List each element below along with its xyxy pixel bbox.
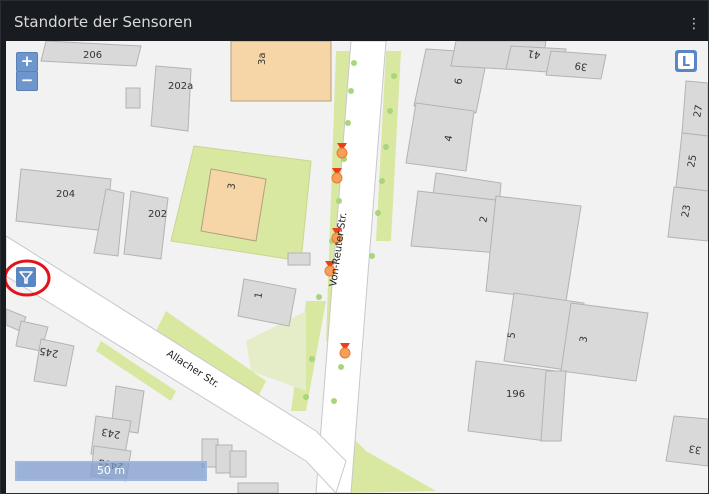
building-4 <box>405 102 475 172</box>
house-number: 3a <box>257 53 268 66</box>
zoom-in-button[interactable]: + <box>16 52 38 72</box>
house-number: 27 <box>692 104 705 118</box>
building-33 <box>665 415 708 467</box>
sensor-marker <box>339 343 351 359</box>
map-canvas[interactable]: 206 3a 202a 204 202 3 1 245 243 243a 6 4… <box>6 41 708 493</box>
map-layer: 206 3a 202a 204 202 3 1 245 243 243a 6 4… <box>6 41 708 493</box>
house-number: 33 <box>688 442 702 455</box>
house-number: 204 <box>56 189 75 200</box>
house-number: 202a <box>168 81 193 92</box>
funnel-filter-icon <box>19 271 33 284</box>
map-scale-bar: 50 m <box>15 461 207 481</box>
sensor-marker <box>331 168 343 184</box>
building-2 <box>410 190 505 254</box>
house-number: 206 <box>83 50 102 61</box>
sensor-marker <box>336 143 348 159</box>
building-202a <box>150 65 192 132</box>
building-3a <box>230 41 332 102</box>
panel-header: Standorte der Sensoren ⋮ <box>1 1 709 41</box>
house-number: 196 <box>506 389 525 400</box>
house-number: 41 <box>527 47 541 60</box>
house-number: 23 <box>680 204 693 218</box>
map-panel: Standorte der Sensoren ⋮ 206 3a 202a 204… <box>0 0 709 494</box>
building-3-right <box>560 302 649 382</box>
svg-text:L: L <box>682 55 690 70</box>
building-3 <box>200 168 267 242</box>
panel-title: Standorte der Sensoren <box>14 13 193 31</box>
building-202 <box>123 190 169 260</box>
house-number: 25 <box>686 154 699 168</box>
building-204 <box>15 168 112 232</box>
layer-l-icon: L <box>678 53 694 70</box>
zoom-out-button[interactable]: − <box>16 71 38 91</box>
layer-switch-button[interactable]: L <box>675 50 697 72</box>
house-number: 39 <box>574 59 588 72</box>
filter-button[interactable] <box>16 267 36 287</box>
house-number: 202 <box>148 209 167 220</box>
panel-menu-icon[interactable]: ⋮ <box>687 14 701 34</box>
